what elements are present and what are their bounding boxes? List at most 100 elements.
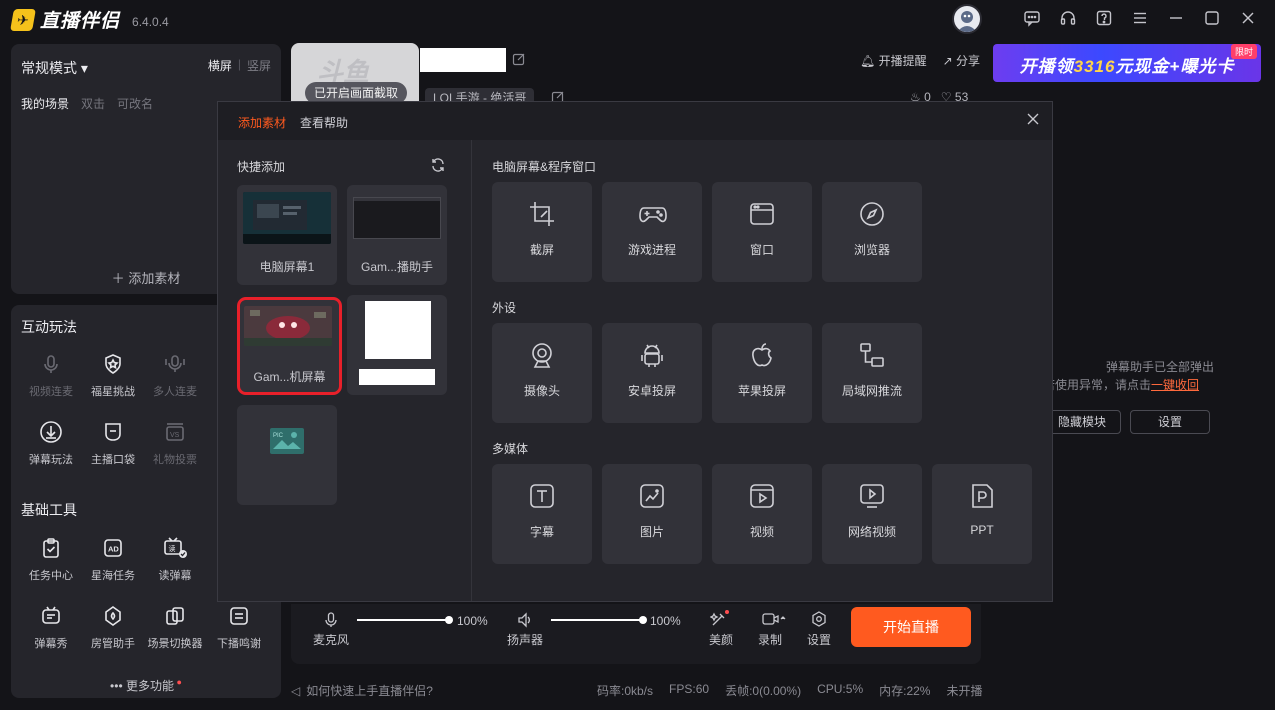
modal-close-icon[interactable] [1026, 112, 1042, 128]
thanks-note-icon [226, 603, 252, 629]
mode-dropdown[interactable]: 常规模式 ▾ [21, 58, 88, 78]
source-game-process[interactable]: 游戏进程 [602, 182, 702, 282]
source-apple-cast[interactable]: 苹果投屏 [712, 323, 812, 423]
tab-add-material[interactable]: 添加素材 [238, 114, 286, 131]
tool-star-sea[interactable]: AD 星海任务 [79, 535, 147, 583]
tool-task-center[interactable]: 任务中心 [17, 535, 85, 583]
promo-banner[interactable]: 开播领3316元现金+曝光卡 限时 [993, 44, 1261, 82]
orient-landscape-tab[interactable]: 横屏 [208, 57, 232, 74]
help-icon[interactable] [1094, 8, 1114, 28]
tool-room-admin[interactable]: 房管助手 [79, 603, 147, 651]
tool-lucky-star[interactable]: 福星挑战 [79, 351, 147, 399]
mic-volume-slider[interactable] [357, 615, 453, 625]
hide-module-button[interactable]: 隐藏模块 [1043, 410, 1121, 434]
quick-item-redacted[interactable] [347, 295, 447, 395]
orient-portrait-tab[interactable]: 竖屏 [247, 57, 271, 74]
share-button[interactable]: ↗ 分享 [943, 52, 980, 69]
speaker-slider-track [551, 619, 643, 621]
banner-text: 开播领3316元现金+曝光卡 [993, 52, 1261, 77]
tool-label: 主播口袋 [91, 454, 135, 466]
title-bar: ✈ 直播伴侣 6.4.0.4 [0, 0, 1275, 36]
mic-volume-value: 100% [457, 614, 488, 628]
add-material-modal: 添加素材 查看帮助 快捷添加 电脑屏幕1 Gam...播助手 Gam...机屏幕… [217, 101, 1053, 602]
banner-tag: 限时 [1230, 44, 1257, 59]
tool-label: 任务中心 [29, 570, 73, 582]
menu-icon[interactable] [1130, 8, 1150, 28]
quick-item-screen1[interactable]: 电脑屏幕1 [237, 185, 337, 285]
quick-start-help[interactable]: ◁ 如何快速上手直播伴侣? [291, 682, 433, 699]
quick-add-title: 快捷添加 [237, 160, 286, 174]
headset-icon[interactable] [1058, 8, 1078, 28]
record-label: 录制 [758, 633, 783, 647]
quick-item-label: Gam...播助手 [360, 260, 433, 274]
video-icon [748, 482, 776, 510]
refresh-icon[interactable] [430, 157, 446, 173]
tool-scene-switcher[interactable]: 场景切换器 [141, 603, 209, 651]
maximize-icon[interactable] [1202, 8, 1222, 28]
stream-title-redacted[interactable] [420, 48, 506, 72]
source-android-cast[interactable]: 安卓投屏 [602, 323, 702, 423]
record-icon[interactable] [762, 612, 786, 626]
more-features-button[interactable]: ••• 更多功能 ● [11, 677, 281, 694]
quick-item-game-screen-selected[interactable]: Gam...机屏幕 [237, 297, 342, 395]
tool-gift-vote[interactable]: VS 礼物投票 [141, 419, 209, 467]
speaker-slider-thumb[interactable] [639, 616, 647, 624]
tool-anchor-pocket[interactable]: 主播口袋 [79, 419, 147, 467]
tool-danmaku-play[interactable]: 弹幕玩法 [17, 419, 85, 467]
redacted-label [359, 369, 435, 385]
cpu-stat: CPU:5% [817, 682, 864, 696]
gamepad-icon [638, 200, 667, 228]
close-icon[interactable] [1238, 8, 1258, 28]
speaker-hint-icon: ◁ [291, 683, 301, 698]
speaker-icon[interactable] [517, 612, 533, 628]
quick-item-game-assistant[interactable]: Gam...播助手 [347, 185, 447, 285]
tool-danmaku-show[interactable]: 弹幕秀 [17, 603, 85, 651]
quick-item-image[interactable]: PIC [237, 405, 337, 505]
message-icon[interactable] [1022, 8, 1042, 28]
source-screenshot[interactable]: 截屏 [492, 182, 592, 282]
source-ppt[interactable]: PPT [932, 464, 1032, 564]
source-lan-stream[interactable]: 局域网推流 [822, 323, 922, 423]
recall-link[interactable]: 一键收回 [1151, 378, 1199, 392]
source-label: 窗口 [749, 243, 774, 257]
orient-separator: | [237, 57, 241, 71]
basic-tools-title: 基础工具 [21, 502, 77, 518]
minimize-icon[interactable] [1166, 8, 1186, 28]
danmaku-settings-button[interactable]: 设置 [1130, 410, 1210, 434]
beauty-icon[interactable] [710, 610, 730, 628]
settings-gear-icon[interactable] [811, 611, 827, 627]
source-window[interactable]: 窗口 [712, 182, 812, 282]
beauty-label: 美颜 [709, 633, 734, 647]
multi-mic-icon [162, 351, 188, 377]
image-file-icon: PIC [269, 427, 305, 455]
banner-amount: 3316 [1073, 57, 1116, 76]
live-remind-button[interactable]: 🔔︎ 开播提醒 [860, 52, 927, 69]
mic-slider-thumb[interactable] [445, 616, 453, 624]
web-video-icon [858, 482, 886, 510]
source-subtitle[interactable]: 字幕 [492, 464, 592, 564]
source-browser[interactable]: 浏览器 [822, 182, 922, 282]
pocket-icon [100, 419, 126, 445]
scene-hint-rename: 可改名 [117, 97, 154, 111]
start-live-button[interactable]: 开始直播 [851, 607, 971, 647]
mic-icon[interactable] [324, 612, 338, 628]
caret-down-icon: ▾ [80, 60, 88, 76]
tool-multi-link[interactable]: 多人连麦 [141, 351, 209, 399]
tool-thanks[interactable]: 下播鸣谢 [205, 603, 273, 651]
tool-video-link[interactable]: 视频连麦 [17, 351, 85, 399]
my-scene-label[interactable]: 我的场景 [21, 95, 69, 112]
source-camera[interactable]: 摄像头 [492, 323, 592, 423]
tool-read-danmaku[interactable]: 读 读弹幕 [141, 535, 209, 583]
edit-title-icon[interactable] [512, 52, 526, 66]
assistant-preview [353, 197, 441, 239]
source-image[interactable]: 图片 [602, 464, 702, 564]
source-video[interactable]: 视频 [712, 464, 812, 564]
user-avatar[interactable] [952, 4, 982, 34]
speaker-volume-slider[interactable] [551, 615, 647, 625]
source-web-video[interactable]: 网络视频 [822, 464, 922, 564]
apple-icon [748, 341, 776, 369]
speaker-volume-value: 100% [650, 614, 681, 628]
modal-divider [471, 140, 472, 601]
settings-label: 设置 [807, 633, 832, 647]
tab-view-help[interactable]: 查看帮助 [300, 114, 348, 131]
